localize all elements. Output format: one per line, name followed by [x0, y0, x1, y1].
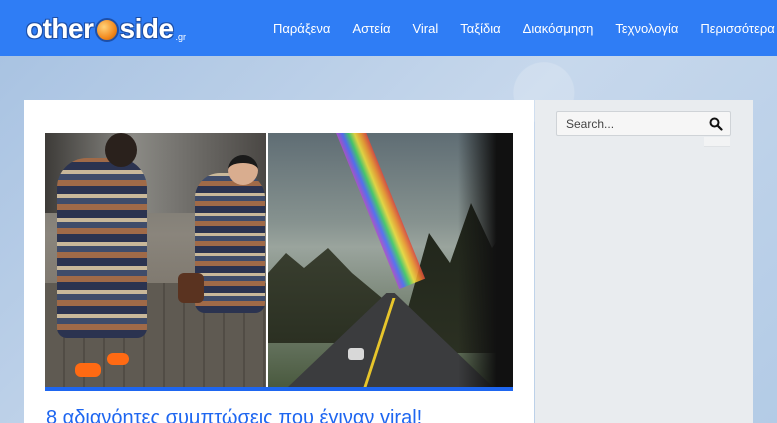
photo-person-head-1 — [105, 133, 137, 167]
site-header: other side .gr Παράξενα Αστεία Viral Ταξ… — [0, 0, 777, 56]
nav-item-decoration[interactable]: Διακόσμηση — [512, 21, 605, 36]
featured-image[interactable] — [45, 133, 513, 391]
photo-person-head-2 — [228, 155, 258, 185]
nav-item-weird[interactable]: Παράξενα — [262, 21, 341, 36]
search-input[interactable] — [557, 112, 697, 135]
ball-icon — [94, 18, 119, 42]
logo-text-right: side — [119, 13, 175, 44]
main-nav: Παράξενα Αστεία Viral Ταξίδια Διακόσμηση… — [262, 0, 777, 56]
photo-person-coat-1 — [57, 158, 147, 338]
photo-shoe-1 — [75, 363, 101, 377]
photo-shoe-2 — [107, 353, 129, 365]
featured-accent-bar — [45, 387, 513, 391]
featured-photo-right — [268, 133, 513, 387]
nav-item-funny[interactable]: Αστεία — [341, 21, 401, 36]
post-title[interactable]: 8 αδιανόητες συμπτώσεις που έγιναν viral… — [46, 406, 526, 423]
photo-window-edge — [458, 133, 513, 387]
photo-person-coat-2 — [195, 173, 265, 313]
site-logo[interactable]: other side .gr — [26, 12, 186, 46]
nav-item-more[interactable]: Περισσότερα — [689, 21, 777, 36]
featured-photo-left — [45, 133, 266, 387]
nav-item-technology[interactable]: Τεχνολογία — [604, 21, 689, 36]
sidebar — [535, 100, 753, 423]
logo-suffix: .gr — [175, 32, 187, 42]
search-icon[interactable] — [708, 116, 724, 132]
nav-item-travel[interactable]: Ταξίδια — [449, 21, 511, 36]
nav-item-viral[interactable]: Viral — [401, 21, 449, 36]
main-content: 8 αδιανόητες συμπτώσεις που έγιναν viral… — [24, 100, 534, 423]
search-form — [556, 111, 731, 136]
photo-car — [348, 348, 364, 360]
photo-bag — [178, 273, 204, 303]
search-tab — [704, 137, 730, 147]
logo-text-left: other — [26, 13, 94, 44]
